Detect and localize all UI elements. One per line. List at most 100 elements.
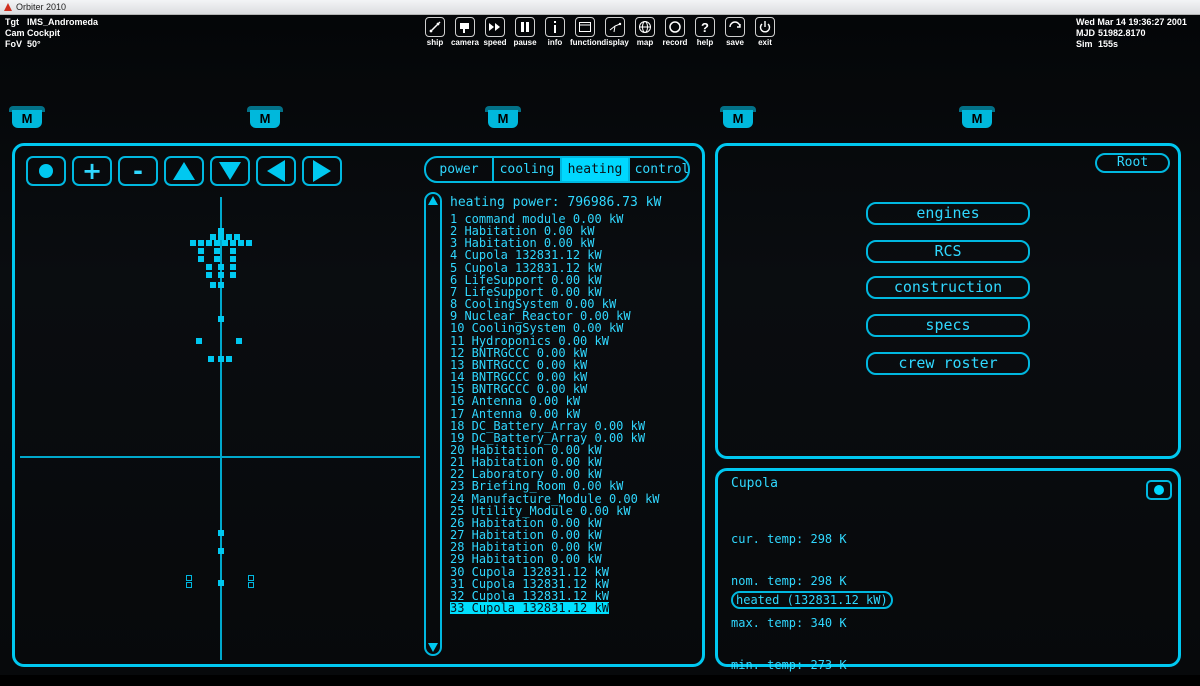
toolbar-pause-button[interactable]: pause [510, 17, 540, 47]
zoom-out-button[interactable]: - [118, 156, 158, 186]
menu-crew-roster-button[interactable]: crew roster [866, 352, 1030, 375]
schematic-module-marker [226, 356, 232, 362]
schematic-axis-horizontal [20, 456, 420, 458]
mfd-select-button-2[interactable]: M [247, 106, 283, 128]
root-menu-panel [715, 143, 1181, 459]
pan-down-button[interactable] [210, 156, 250, 186]
center-view-button[interactable] [26, 156, 66, 186]
module-list-item[interactable]: 33 Cupola 132831.12 kW [450, 602, 710, 615]
subsystem-tabs: power cooling heating control [424, 156, 690, 183]
tab-power[interactable]: power [426, 158, 492, 181]
schematic-module-marker [218, 272, 224, 278]
schematic-module-marker [196, 338, 202, 344]
display-icon [609, 22, 622, 33]
toolbar-speed-button[interactable]: speed [480, 17, 510, 47]
hud-info-right: Wed Mar 14 19:36:27 2001 MJD 51982.8170 S… [1076, 17, 1187, 50]
pan-right-button[interactable] [302, 156, 342, 186]
toolbar-function-button[interactable]: function [570, 17, 602, 47]
toolbar-display-button[interactable]: display [600, 17, 630, 47]
hud-camera: Cam Cockpit [5, 28, 61, 38]
triangle-up-icon [173, 162, 195, 180]
pause-icon [521, 22, 529, 32]
module-toggle-button[interactable] [1146, 480, 1172, 500]
schematic-module-marker [206, 240, 212, 246]
menu-rcs-button[interactable]: RCS [866, 240, 1030, 263]
schematic-module-marker [190, 240, 196, 246]
schematic-module-marker [214, 248, 220, 254]
scroll-up-icon[interactable] [427, 195, 439, 207]
toolbar-camera-button[interactable]: camera [450, 17, 480, 47]
schematic-module-marker [218, 580, 224, 586]
hud-info-left: Tgt IMS_Andromeda Cam Cockpit FoV 50° [5, 17, 98, 50]
window-icon [579, 22, 591, 32]
schematic-module-marker [248, 582, 254, 588]
triangle-right-icon [313, 160, 331, 182]
root-button[interactable]: Root [1095, 153, 1170, 173]
mfd-select-button-3[interactable]: M [485, 106, 521, 128]
schematic-module-marker [210, 282, 216, 288]
hud-sim-time: Sim 155s [1076, 39, 1119, 49]
window-title: Orbiter 2010 [16, 2, 67, 12]
toolbar-save-button[interactable]: save [720, 17, 750, 47]
hud-date: Wed Mar 14 19:36:27 2001 [1076, 17, 1187, 27]
tab-heating[interactable]: heating [560, 158, 628, 181]
triangle-left-icon [267, 160, 285, 182]
toolbar-record-button[interactable]: record [660, 17, 690, 47]
mfd-select-button-4[interactable]: M [720, 106, 756, 128]
zoom-in-button[interactable]: + [72, 156, 112, 186]
schematic-module-marker [186, 575, 192, 581]
toolbar-ship-button[interactable]: ship [420, 17, 450, 47]
scroll-down-icon[interactable] [427, 641, 439, 653]
schematic-module-marker [198, 248, 204, 254]
mfd-select-button-5[interactable]: M [959, 106, 995, 128]
save-icon [729, 21, 741, 28]
power-icon [759, 21, 771, 33]
record-icon [669, 21, 681, 33]
hud-mjd: MJD 51982.8170 [1076, 28, 1146, 38]
pan-up-button[interactable] [164, 156, 204, 186]
toolbar-exit-button[interactable]: exit [750, 17, 780, 47]
schematic-module-marker [230, 264, 236, 270]
ship-icon [429, 21, 441, 33]
schematic-module-marker [248, 575, 254, 581]
triangle-down-icon [219, 162, 241, 180]
min-temp: min. temp: 273 K [731, 658, 847, 672]
camera-icon [460, 23, 469, 33]
pan-left-button[interactable] [256, 156, 296, 186]
schematic-module-marker [230, 272, 236, 278]
hud-target: Tgt IMS_Andromeda [5, 17, 99, 27]
heating-power-readout: heating power: 796986.73 kW [450, 195, 662, 210]
nominal-temp: nom. temp: 298 K [731, 574, 847, 588]
plus-icon: + [81, 157, 103, 185]
schematic-module-marker [222, 240, 228, 246]
dot-icon [39, 164, 53, 178]
schematic-module-marker [246, 240, 252, 246]
mfd-select-button-1[interactable]: M [9, 106, 45, 128]
schematic-module-marker [230, 240, 236, 246]
schematic-module-marker [208, 356, 214, 362]
schematic-module-marker [218, 356, 224, 362]
schematic-module-marker [218, 316, 224, 322]
current-temp: cur. temp: 298 K [731, 532, 847, 546]
tab-cooling[interactable]: cooling [492, 158, 560, 181]
dot-icon [1154, 485, 1164, 495]
schematic-module-marker [206, 272, 212, 278]
menu-engines-button[interactable]: engines [866, 202, 1030, 225]
schematic-module-marker [206, 264, 212, 270]
schematic-module-marker [238, 240, 244, 246]
info-icon [554, 21, 556, 33]
help-icon: ? [701, 19, 709, 35]
menu-specs-button[interactable]: specs [866, 314, 1030, 337]
globe-icon [639, 21, 651, 33]
toolbar-info-button[interactable]: info [540, 17, 570, 47]
menu-construction-button[interactable]: construction [866, 276, 1030, 299]
toolbar-help-button[interactable]: ? help [690, 17, 720, 47]
list-scrollbar[interactable] [424, 192, 442, 656]
heater-status-button[interactable]: heated (132831.12 kW) [731, 591, 893, 609]
minus-icon: - [133, 157, 143, 185]
fast-forward-icon [489, 23, 500, 31]
hud-fov: FoV 50° [5, 39, 41, 49]
schematic-module-marker [214, 240, 220, 246]
tab-control[interactable]: control [628, 158, 688, 181]
toolbar-map-button[interactable]: map [630, 17, 660, 47]
